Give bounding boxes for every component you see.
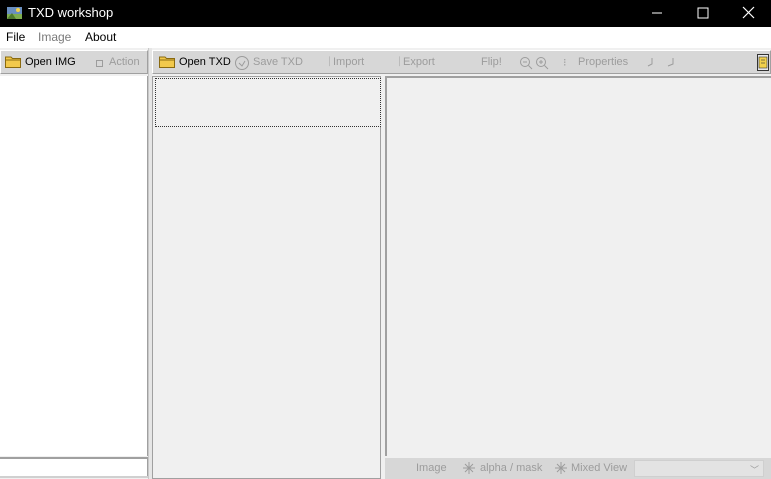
view-image-button[interactable]: Image — [416, 462, 447, 474]
title-bar: TXD workshop — [0, 0, 771, 27]
action-icon — [96, 60, 103, 67]
texture-list-item[interactable] — [155, 78, 381, 127]
close-button[interactable] — [726, 0, 771, 27]
rotate-left-icon[interactable] — [643, 56, 655, 68]
folder-open-icon — [159, 56, 175, 68]
alpha-mask-icon — [463, 462, 475, 474]
mixed-view-icon — [555, 462, 567, 474]
import-button[interactable]: Import — [333, 56, 364, 68]
menu-image[interactable]: Image — [38, 30, 71, 44]
flip-button[interactable]: Flip! — [481, 56, 502, 68]
save-icon — [235, 56, 249, 70]
window-title: TXD workshop — [28, 5, 114, 20]
minimize-button[interactable] — [634, 0, 680, 27]
properties-button[interactable]: Properties — [578, 56, 628, 68]
maximize-icon — [697, 7, 709, 19]
view-mixed-button[interactable]: Mixed View — [571, 462, 627, 474]
app-icon — [7, 7, 22, 19]
menu-file[interactable]: File — [6, 30, 25, 44]
close-icon — [742, 6, 755, 19]
save-txd-button[interactable]: Save TXD — [253, 56, 303, 68]
texture-preview — [385, 76, 771, 456]
export-icon: ᛁ — [396, 56, 403, 68]
background-select[interactable]: ﹀ — [634, 460, 764, 477]
import-icon: ᛁ — [326, 56, 333, 68]
maximize-button[interactable] — [680, 0, 726, 27]
open-img-button[interactable]: Open IMG — [25, 56, 76, 68]
view-mode-bar: Image alpha / mask Mixed View ﹀ — [385, 458, 771, 479]
left-bottom-edge — [0, 476, 148, 478]
folder-open-icon — [5, 56, 21, 68]
txd-toolbar: Open TXD Save TXD ᛁ Import ᛁ Export Flip… — [152, 50, 771, 74]
export-button[interactable]: Export — [403, 56, 435, 68]
toolbar-overflow-button[interactable] — [757, 54, 769, 71]
properties-icon: ⁝ — [563, 57, 567, 69]
texture-list[interactable] — [152, 76, 381, 479]
menu-bar: File Image About — [0, 27, 771, 48]
action-button[interactable]: Action — [109, 56, 140, 68]
open-txd-button[interactable]: Open TXD — [179, 56, 231, 68]
img-toolbar: Open IMG Action — [0, 50, 148, 74]
view-alpha-mask-button[interactable]: alpha / mask — [480, 462, 542, 474]
notepad-icon — [758, 56, 768, 69]
minimize-icon — [652, 12, 662, 14]
chevron-down-icon: ﹀ — [749, 465, 759, 475]
zoom-out-icon[interactable] — [519, 56, 533, 70]
rotate-right-icon[interactable] — [665, 56, 677, 68]
menu-about[interactable]: About — [85, 30, 116, 44]
img-search-box[interactable] — [0, 457, 148, 477]
img-file-list[interactable] — [0, 76, 148, 456]
zoom-in-icon[interactable] — [535, 56, 549, 70]
